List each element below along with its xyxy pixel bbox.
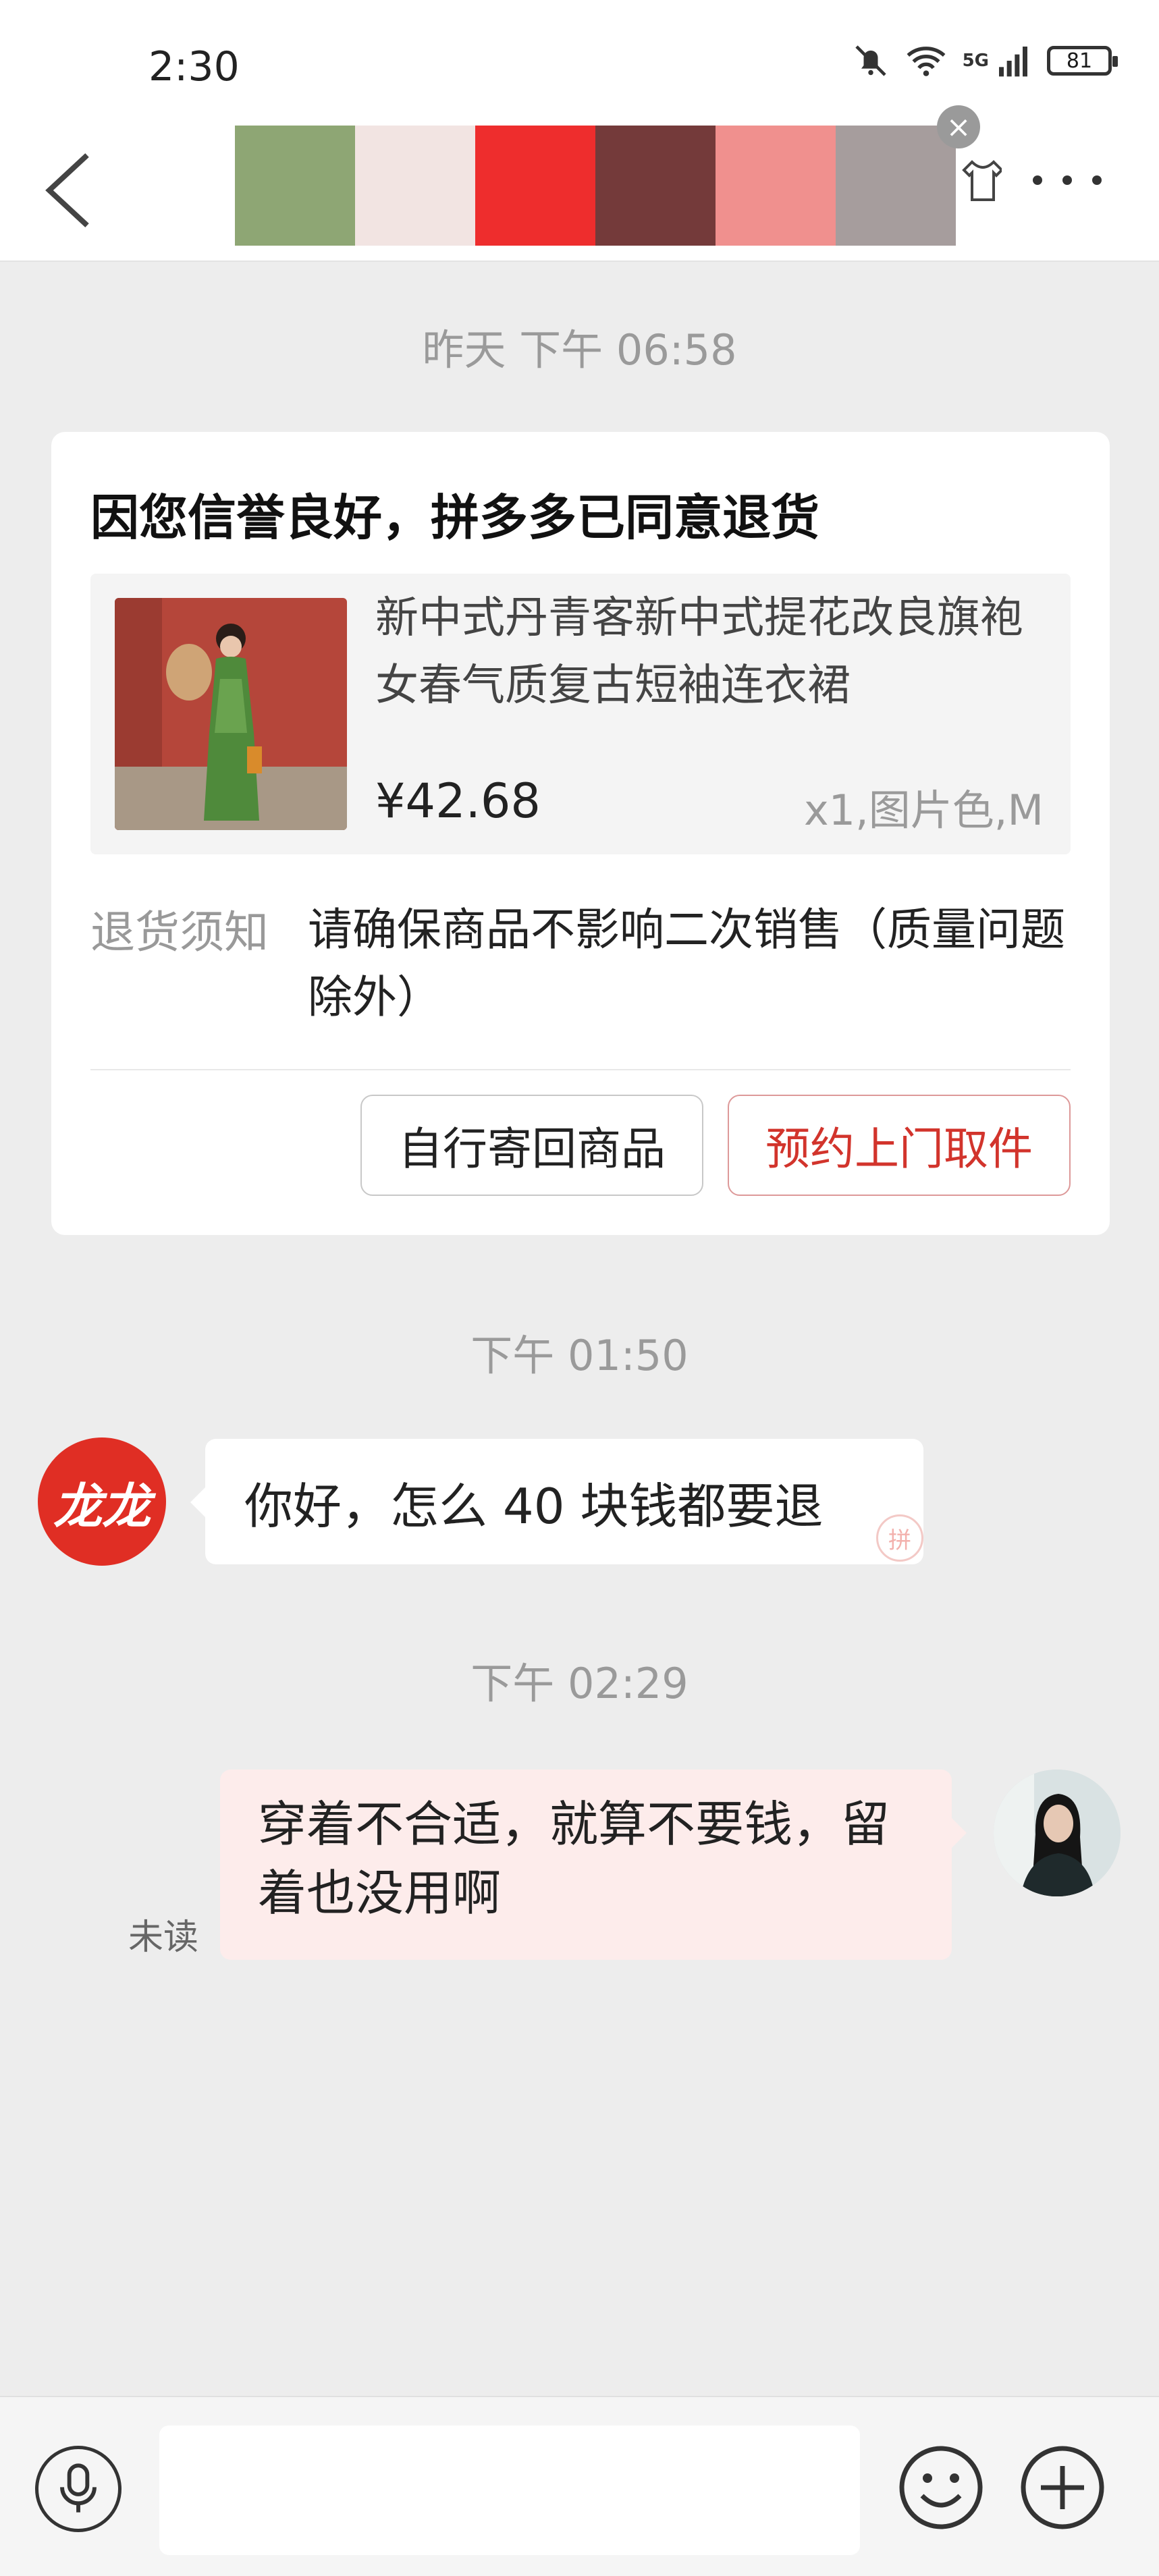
return-notice-text: 请确保商品不影响二次销售（质量问题除外） [308,904,1065,1023]
product-shirt-icon[interactable] [959,157,1002,205]
return-approved-card: 因您信誉良好，拼多多已同意退货 新中式丹青客新中式提花改良旗袍女春气质复古短袖连… [51,432,1110,1235]
product-price: ¥42.68 [375,773,541,829]
emoji-icon[interactable] [898,2444,984,2531]
palette-swatch [355,126,475,246]
more-options-icon[interactable] [1033,175,1102,185]
product-info[interactable]: 新中式丹青客新中式提花改良旗袍女春气质复古短袖连衣裙 ¥42.68 x1,图片色… [90,574,1071,854]
user-avatar[interactable] [994,1770,1121,1896]
palette-swatch [836,126,956,246]
palette-swatch [235,126,355,246]
product-image[interactable] [115,598,347,830]
color-palette-overlay [235,126,956,246]
shop-message-bubble[interactable]: 你好，怎么 40 块钱都要退 [190,1439,923,1564]
schedule-pickup-button[interactable]: 预约上门取件 [728,1095,1071,1196]
message-timestamp: 下午 01:50 [470,1331,689,1380]
message-timestamp: 下午 02:29 [470,1659,689,1708]
self-return-button[interactable]: 自行寄回商品 [360,1095,703,1196]
user-message-bubble[interactable]: 穿着不合适，就算不要钱，留着也没用啊 [220,1770,967,1960]
status-time: 2:30 [149,43,240,90]
network-type-label: 5G [962,51,989,71]
shop-avatar[interactable]: 龙龙 [38,1437,166,1566]
palette-swatch [595,126,716,246]
product-spec: x1,图片色,M [803,786,1044,835]
card-title: 因您信誉良好，拼多多已同意退货 [90,489,820,546]
battery-icon: 81 [1047,46,1118,76]
pdd-watermark-icon: 拼 [876,1514,923,1562]
unread-status: 未读 [128,1917,199,1958]
message-input-bar [0,2396,1159,2576]
return-notice-label: 退货须知 [90,906,269,958]
status-icons: 5G 81 [852,42,1118,80]
voice-input-icon[interactable] [35,2446,122,2532]
product-name[interactable]: 新中式丹青客新中式提花改良旗袍女春气质复古短袖连衣裙 [375,584,1050,719]
message-timestamp: 昨天 下午 06:58 [422,325,737,375]
battery-level: 81 [1066,49,1093,73]
mute-bell-icon [855,45,886,76]
signal-icon [999,47,1027,77]
back-arrow-icon[interactable] [38,150,99,231]
palette-swatch [716,126,836,246]
message-text-input[interactable] [159,2426,860,2555]
chat-header: × [0,101,1159,262]
card-divider [90,1069,1071,1070]
palette-swatch [475,126,595,246]
palette-close-icon[interactable]: × [937,105,980,148]
wifi-icon [907,47,946,76]
add-more-icon[interactable] [1019,2444,1106,2531]
